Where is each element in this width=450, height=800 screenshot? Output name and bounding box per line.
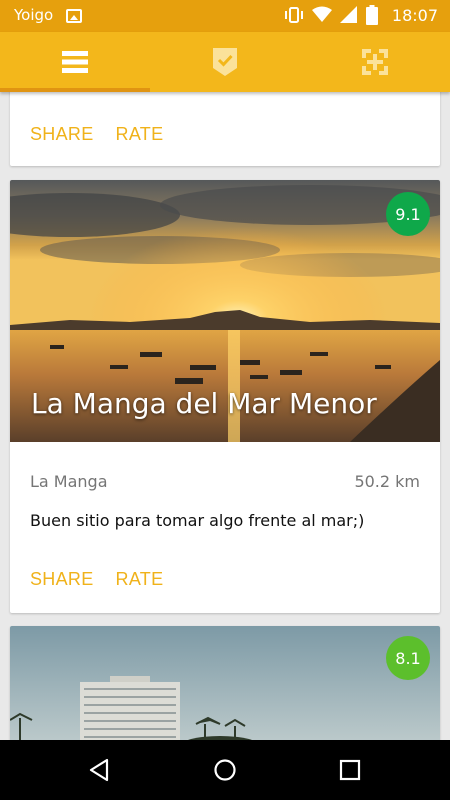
hotel-photo [10,626,440,740]
place-distance: 50.2 km [354,472,420,491]
navigation-bar [0,740,450,800]
status-bar: Yoigo 18:07 [0,0,450,32]
place-location: La Manga [30,472,108,491]
tab-nearby[interactable] [300,32,450,92]
list-icon [62,51,88,73]
rate-button[interactable]: RATE [116,124,164,145]
place-title: La Manga del Mar Menor [31,387,377,420]
rating-badge: 9.1 [386,192,430,236]
badge-check-icon [213,48,237,76]
home-button[interactable] [209,754,241,786]
rate-button[interactable]: RATE [116,569,164,590]
status-icons: 18:07 [284,5,438,25]
tab-bar [0,32,450,92]
place-photo[interactable]: 9.1 La Manga del Mar Menor [10,180,440,442]
wifi-icon [311,6,332,22]
place-comment: Buen sitio para tomar algo frente al mar… [30,511,365,530]
back-icon [89,758,109,782]
place-card[interactable]: 9.1 La Manga del Mar Menor La Manga 50.2… [10,180,440,613]
card-actions: SHARE RATE [30,124,163,145]
home-icon [214,759,236,781]
clock: 18:07 [391,5,438,25]
tab-feed[interactable] [0,32,150,92]
vibrate-icon [284,7,303,23]
tab-checkins[interactable] [150,32,300,92]
recents-icon [339,759,361,781]
feed-list[interactable]: SHARE RATE 9.1 La Manga del Mar Menor La… [0,92,450,740]
recents-button[interactable] [334,754,366,786]
tab-indicator [0,88,150,92]
carrier-name: Yoigo [14,6,54,24]
card-actions: SHARE RATE [30,569,163,590]
share-button[interactable]: SHARE [30,569,94,590]
rating-badge: 8.1 [386,636,430,680]
back-button[interactable] [83,754,115,786]
signal-icon [339,6,357,23]
place-card[interactable]: 8.1 [10,626,440,740]
gallery-icon [66,9,82,23]
share-button[interactable]: SHARE [30,124,94,145]
place-card: SHARE RATE [10,92,440,166]
meta-row: La Manga 50.2 km [30,472,420,491]
place-photo[interactable]: 8.1 [10,626,440,740]
locate-icon [362,49,388,75]
battery-icon [365,5,378,25]
